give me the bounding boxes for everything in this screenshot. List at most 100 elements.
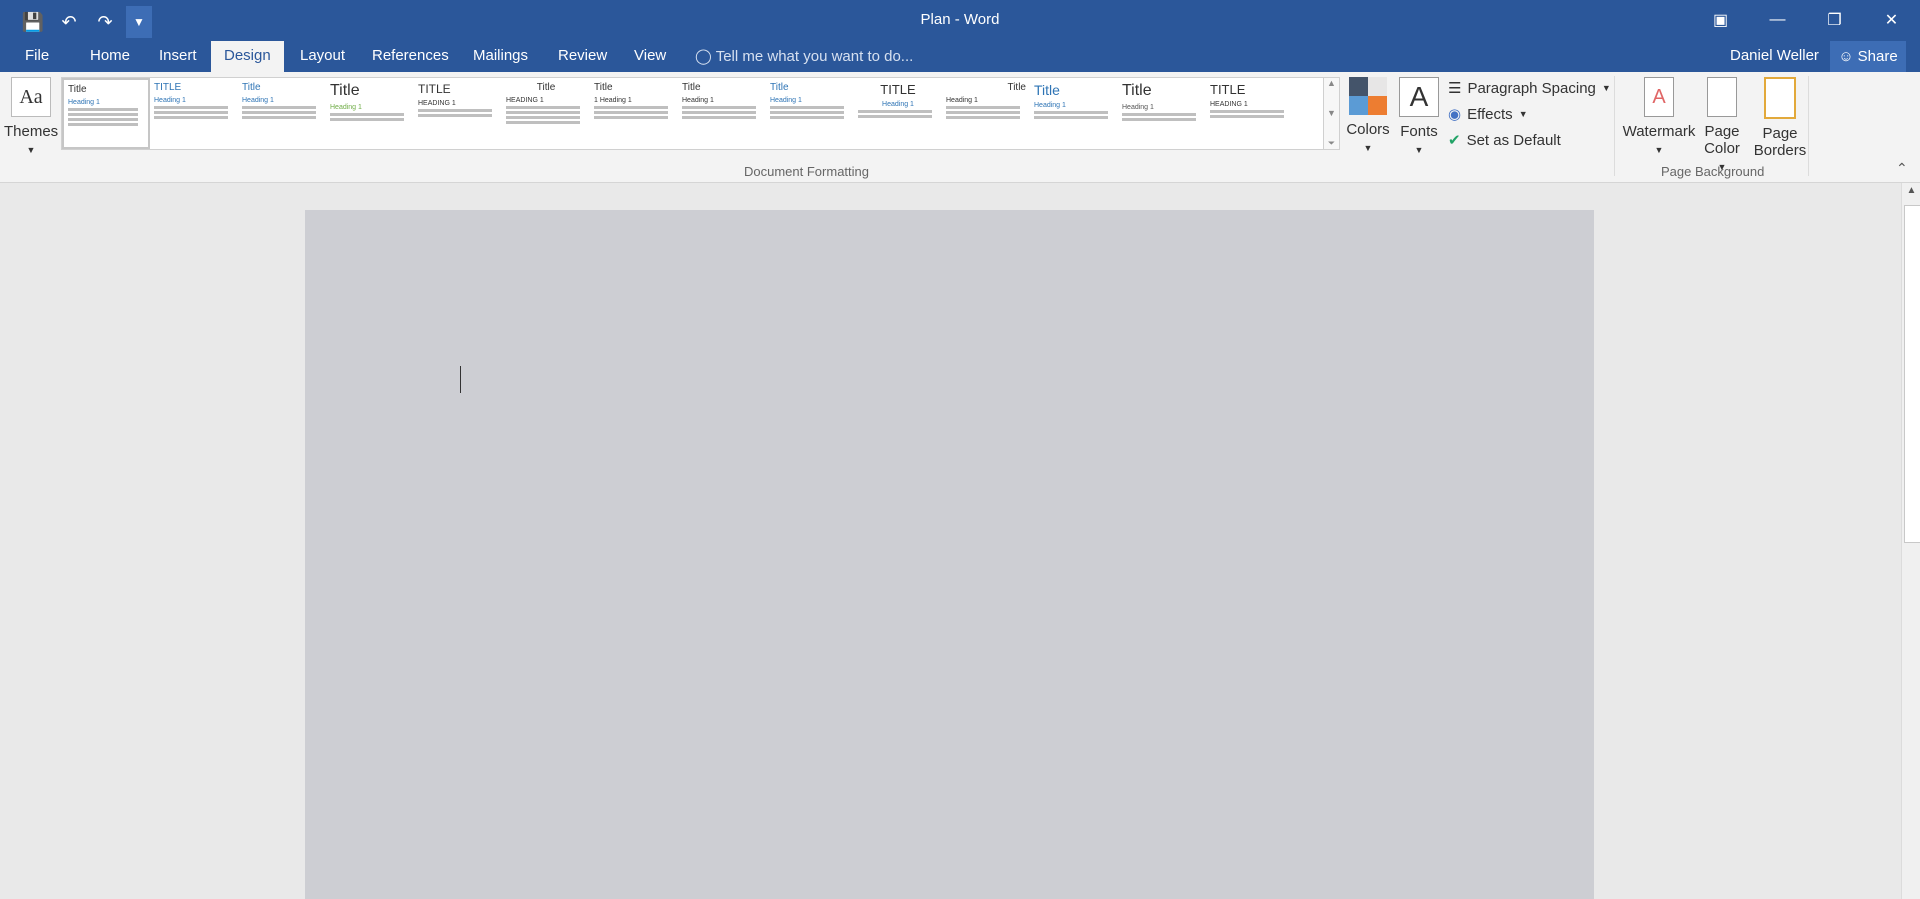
style-set-title: TITLE	[154, 82, 182, 93]
window-title: Plan - Word	[920, 11, 1000, 28]
document-formatting-label: Document Formatting	[744, 164, 869, 179]
style-set-heading: Heading 1	[330, 104, 362, 111]
chevron-down-icon: ▼	[1518, 109, 1528, 119]
style-set-heading: Heading 1	[882, 101, 914, 108]
collapse-ribbon-icon[interactable]: ⌃	[1896, 160, 1908, 177]
group-separator	[1808, 76, 1809, 176]
tab-layout[interactable]: Layout	[300, 47, 345, 64]
style-set-item[interactable]: Title Heading 1	[678, 78, 766, 149]
user-name[interactable]: Daniel Weller	[1730, 47, 1819, 64]
chevron-down-icon: ▼	[1414, 145, 1424, 155]
page-background-label: Page Background	[1661, 164, 1765, 179]
style-set-item[interactable]: Title 1 Heading 1	[590, 78, 678, 149]
page-color-label-1: Page	[1704, 123, 1740, 140]
style-set-heading: Heading 1	[154, 97, 186, 104]
style-set-item[interactable]: TITLE Heading 1	[150, 78, 238, 149]
style-set-item[interactable]: Title Heading 1	[766, 78, 854, 149]
style-set-heading: Heading 1	[1034, 102, 1066, 109]
style-set-gallery: Title Heading 1 TITLE Heading 1 Title Headi…	[61, 77, 1325, 150]
style-set-heading: Heading 1	[770, 97, 802, 104]
scroll-up-icon[interactable]: ▲	[1902, 185, 1920, 196]
style-set-heading: Heading 1	[682, 97, 714, 104]
share-label: Share	[1857, 48, 1898, 65]
paragraph-spacing-button[interactable]: ☰ Paragraph Spacing ▼	[1448, 79, 1611, 98]
style-set-title: TITLE	[1210, 82, 1246, 97]
set-as-default-label: Set as Default	[1466, 131, 1561, 149]
tab-insert[interactable]: Insert	[159, 47, 197, 64]
themes-label: Themes	[4, 123, 59, 140]
style-set-item[interactable]: TITLE Heading 1	[854, 78, 942, 149]
themes-button[interactable]: Aa Themes ▼	[4, 77, 58, 157]
style-set-heading: Heading 1	[946, 97, 978, 104]
tab-view[interactable]: View	[634, 47, 666, 64]
tab-references[interactable]: References	[372, 47, 449, 64]
scroll-up-icon[interactable]: ▲	[1327, 78, 1336, 88]
page-borders-label-2: Borders	[1753, 142, 1807, 159]
colors-label: Colors	[1346, 121, 1390, 138]
style-set-item[interactable]: Title Heading 1	[62, 78, 150, 149]
style-set-item[interactable]: Title Heading 1	[326, 78, 414, 149]
style-set-item[interactable]: TITLE HEADING 1	[414, 78, 502, 149]
style-set-title: Title	[242, 82, 261, 93]
vertical-scrollbar[interactable]: ▲	[1901, 183, 1920, 899]
style-set-title: Title	[770, 82, 789, 93]
close-button[interactable]: ✕	[1863, 0, 1920, 40]
gallery-scrollbar[interactable]: ▲ ▼ ⏷	[1323, 77, 1340, 150]
effects-button[interactable]: ◉ Effects ▼	[1448, 105, 1528, 124]
watermark-label: Watermark	[1622, 123, 1696, 140]
set-as-default-button[interactable]: ✔ Set as Default	[1448, 131, 1561, 150]
tell-me-search[interactable]: ◯ Tell me what you want to do...	[695, 47, 913, 65]
tab-home[interactable]: Home	[90, 47, 130, 64]
paragraph-spacing-icon: ☰	[1448, 80, 1462, 97]
restore-button[interactable]: ❐	[1806, 0, 1863, 40]
tab-review[interactable]: Review	[558, 47, 607, 64]
window-controls: ▣ — ❐ ✕	[1692, 0, 1920, 40]
tab-mailings[interactable]: Mailings	[473, 47, 528, 64]
page-borders-label-1: Page	[1762, 125, 1798, 142]
person-icon: ☺	[1838, 48, 1854, 65]
style-set-item[interactable]: Title Heading 1	[942, 78, 1030, 149]
fonts-label: Fonts	[1400, 123, 1438, 140]
ribbon: Aa Themes ▼ Title Heading 1 TITLE Heading 1…	[0, 72, 1920, 183]
style-set-title: Title	[1007, 82, 1026, 93]
paragraph-spacing-label: Paragraph Spacing	[1467, 79, 1596, 97]
style-set-item[interactable]: Title Heading 1	[238, 78, 326, 149]
share-button[interactable]: ☺ Share	[1830, 41, 1906, 72]
gallery-more-icon[interactable]: ⏷	[1328, 138, 1335, 149]
watermark-icon: A	[1644, 77, 1674, 117]
scrollbar-thumb[interactable]	[1904, 205, 1920, 543]
style-set-heading: Heading 1	[68, 99, 100, 106]
group-separator	[1614, 76, 1615, 176]
style-set-title: Title	[330, 82, 360, 99]
page-color-button[interactable]: Page Color ▼	[1700, 77, 1744, 174]
ribbon-display-options-icon[interactable]: ▣	[1692, 0, 1749, 40]
document-page[interactable]	[305, 210, 1594, 899]
style-set-item[interactable]: Title Heading 1	[1118, 78, 1206, 149]
page-borders-button[interactable]: Page Borders	[1752, 77, 1808, 159]
title-bar: 💾 ↶ ↷ ▼ Plan - Word ▣ — ❐ ✕	[0, 0, 1920, 41]
page-color-icon	[1707, 77, 1737, 117]
themes-icon: Aa	[11, 77, 51, 117]
tell-me-label: Tell me what you want to do...	[715, 48, 914, 65]
style-set-heading: 1 Heading 1	[594, 97, 632, 104]
tab-file[interactable]: File	[25, 47, 49, 64]
minimize-button[interactable]: —	[1749, 0, 1806, 40]
scroll-down-icon[interactable]: ▼	[1327, 108, 1336, 118]
style-set-title: Title	[682, 82, 701, 93]
style-set-item[interactable]: Title Heading 1	[1030, 78, 1118, 149]
style-set-title: Title	[68, 84, 87, 95]
watermark-button[interactable]: A Watermark ▼	[1620, 77, 1698, 157]
style-set-title: TITLE	[418, 82, 451, 96]
chevron-down-icon: ▼	[1654, 145, 1664, 155]
style-set-heading: HEADING 1	[1210, 101, 1248, 108]
style-set-item[interactable]: TITLE HEADING 1	[1206, 78, 1294, 149]
style-set-title: Title	[594, 82, 613, 93]
document-canvas	[0, 183, 1901, 899]
fonts-button[interactable]: A Fonts ▼	[1397, 77, 1441, 157]
style-set-title: Title	[1034, 82, 1060, 98]
page-color-label-2: Color	[1704, 140, 1740, 157]
colors-button[interactable]: Colors ▼	[1346, 77, 1390, 155]
style-set-item[interactable]: Title HEADING 1	[502, 78, 590, 149]
style-set-heading: HEADING 1	[418, 100, 456, 107]
tab-design[interactable]: Design	[211, 41, 284, 72]
